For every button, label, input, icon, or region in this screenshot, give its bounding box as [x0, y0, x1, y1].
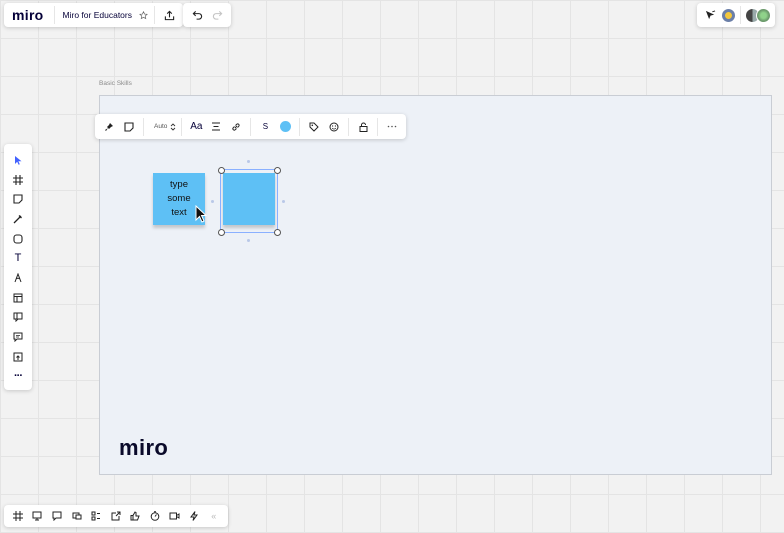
font-size-field[interactable]: Auto	[148, 123, 169, 130]
frames-icon[interactable]	[8, 506, 28, 526]
left-toolbar: T ···	[4, 144, 32, 390]
undo-redo-panel	[183, 3, 231, 27]
connector-dot[interactable]	[282, 200, 285, 203]
font-icon[interactable]: Aa	[186, 117, 206, 137]
frame[interactable]: miro	[99, 95, 772, 475]
divider	[299, 117, 301, 136]
lightning-icon[interactable]	[184, 506, 204, 526]
context-toolbar: Auto Aa S	[95, 114, 407, 139]
miro-logo: miro	[119, 435, 169, 460]
kanban-icon[interactable]	[86, 506, 106, 526]
mouse-cursor-icon	[195, 205, 207, 223]
frame-icon[interactable]	[8, 170, 28, 190]
resize-handle[interactable]	[273, 228, 281, 236]
divider	[143, 117, 144, 136]
more-icon[interactable]: ···	[8, 367, 28, 387]
sticky-note-text[interactable]: type some text	[164, 178, 194, 220]
collapse-icon[interactable]: «	[204, 506, 224, 526]
connector-dot[interactable]	[247, 239, 250, 242]
avatar[interactable]	[756, 7, 771, 23]
star-icon[interactable]	[136, 10, 150, 20]
select-icon[interactable]	[8, 150, 28, 170]
stepper-icon[interactable]	[169, 122, 177, 132]
undo-icon[interactable]	[187, 10, 207, 20]
cursor-share-icon[interactable]	[701, 9, 719, 21]
screen-share-icon[interactable]	[67, 506, 87, 526]
divider	[250, 117, 252, 136]
divider	[348, 117, 350, 136]
divider	[377, 117, 379, 136]
divider	[181, 117, 183, 136]
lock-icon[interactable]	[353, 117, 373, 137]
avatar[interactable]	[721, 7, 736, 23]
top-bar: miro Miro for Educators	[4, 3, 183, 27]
divider	[154, 6, 155, 24]
connector-dot[interactable]	[211, 200, 214, 203]
resize-handle[interactable]	[273, 166, 281, 174]
collaboration-panel	[697, 3, 775, 27]
board-title[interactable]: Miro for Educators	[59, 10, 136, 20]
resize-handle[interactable]	[217, 166, 225, 174]
divider	[53, 6, 55, 24]
emoji-icon[interactable]	[324, 117, 344, 137]
size-label[interactable]: S	[255, 117, 275, 137]
shape-icon[interactable]	[8, 229, 28, 249]
tag-icon[interactable]	[304, 117, 324, 137]
divider	[740, 6, 741, 24]
video-icon[interactable]	[165, 506, 185, 526]
embed-icon[interactable]	[106, 506, 126, 526]
link-icon[interactable]	[226, 117, 246, 137]
sticky-note-icon[interactable]	[8, 189, 28, 209]
connector-dot[interactable]	[247, 160, 250, 163]
miro-logo[interactable]: miro	[8, 7, 50, 23]
timer-icon[interactable]	[145, 506, 165, 526]
pin-icon[interactable]	[99, 117, 119, 137]
frame-label[interactable]: Basic Skills	[99, 80, 132, 87]
sticky-note-icon[interactable]	[119, 117, 139, 137]
selection-box	[217, 166, 281, 236]
align-icon[interactable]	[206, 117, 226, 137]
text-icon[interactable]: T	[8, 248, 28, 268]
pen-icon[interactable]	[8, 209, 28, 229]
redo-icon[interactable]	[207, 10, 227, 20]
voting-icon[interactable]	[126, 506, 146, 526]
upload-icon[interactable]	[159, 10, 179, 21]
upload-icon[interactable]	[8, 347, 28, 367]
resize-handle[interactable]	[217, 228, 225, 236]
color-swatch-icon[interactable]	[275, 117, 295, 137]
comment-icon[interactable]	[8, 327, 28, 347]
comments-icon[interactable]	[47, 506, 67, 526]
more-icon[interactable]	[382, 117, 402, 137]
draw-icon[interactable]	[8, 268, 28, 288]
card-icon[interactable]	[8, 308, 28, 328]
presentation-icon[interactable]	[28, 506, 48, 526]
bottom-toolbar: «	[4, 505, 228, 527]
template-icon[interactable]	[8, 288, 28, 308]
